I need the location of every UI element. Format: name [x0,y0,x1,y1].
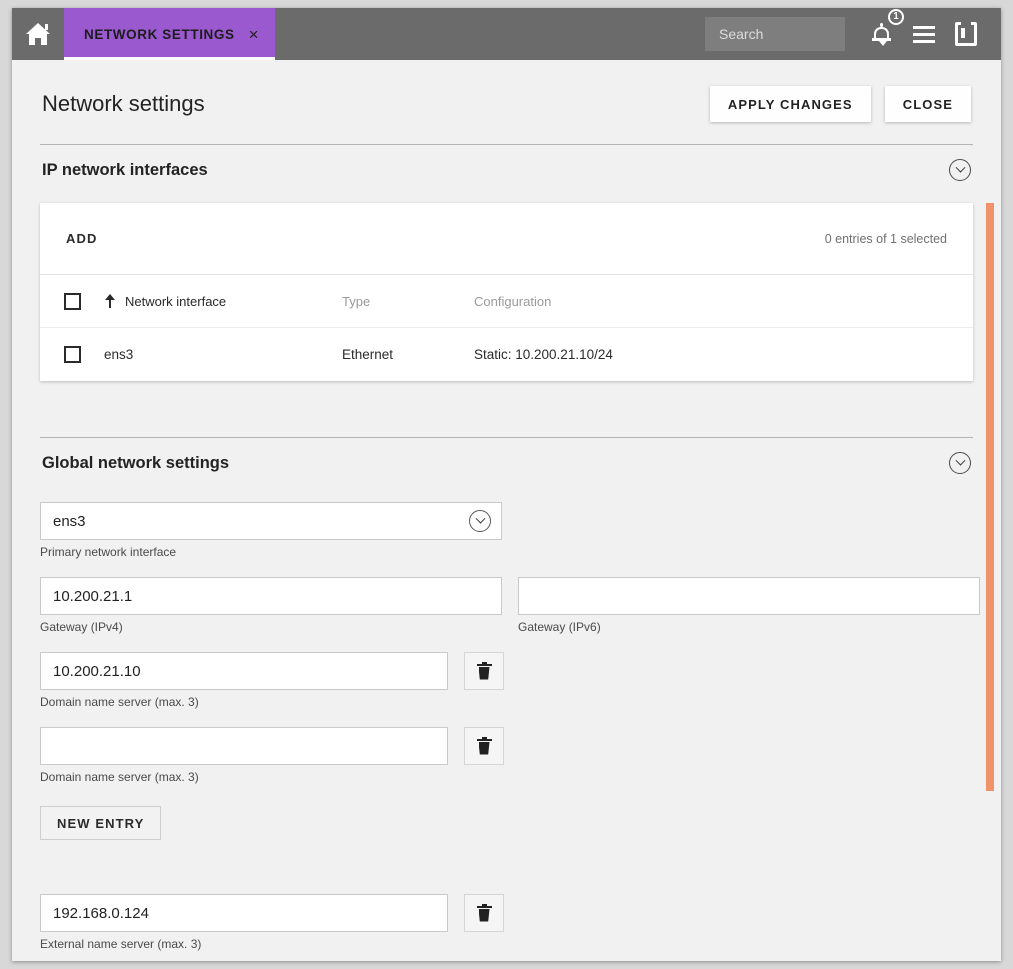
trash-icon [476,736,492,755]
univention-logo-icon [955,22,977,46]
entries-status: 0 entries of 1 selected [824,231,947,246]
page-content: Network settings APPLY CHANGES CLOSE IP … [12,60,1001,951]
column-header-label: Network interface [125,293,227,309]
gateway-ipv6-field: Gateway (IPv6) [518,577,980,634]
external-name-server-row [40,894,973,932]
dns-server-field-1: Domain name server (max. 3) [40,652,973,709]
content-scroll-area[interactable]: Network settings APPLY CHANGES CLOSE IP … [12,60,1001,961]
close-button[interactable]: CLOSE [884,86,971,122]
chevron-down-icon[interactable] [949,159,971,181]
cell-type: Ethernet [342,347,394,362]
dns-server-row [40,727,973,765]
section-title: Global network settings [42,453,230,472]
gateway-ipv4-field: Gateway (IPv4) [40,577,502,634]
top-header-bar: NETWORK SETTINGS × 1 [12,8,1001,60]
application-window: NETWORK SETTINGS × 1 [12,8,1001,961]
trash-icon [476,661,492,680]
primary-interface-select[interactable] [40,502,502,540]
tab-bar: NETWORK SETTINGS × [64,8,275,60]
search-box[interactable] [705,17,902,51]
header-spacer [275,8,705,60]
external-name-server-field: External name server (max. 3) [40,894,973,951]
gateway-ipv6-label: Gateway (IPv6) [518,620,601,634]
notifications-button[interactable]: 1 [861,9,904,56]
gateway-ipv4-label: Gateway (IPv4) [40,620,123,634]
column-header-configuration[interactable]: Configuration [474,294,973,309]
tab-network-settings[interactable]: NETWORK SETTINGS × [64,8,275,60]
home-button[interactable] [12,8,64,60]
tab-label: NETWORK SETTINGS [84,26,235,42]
global-settings-section: Global network settings Primary network … [40,437,980,951]
gateway-fields-row: Gateway (IPv4) Gateway (IPv6) [40,559,980,634]
scrollbar-thumb[interactable] [986,203,994,791]
dns-server-label: Domain name server (max. 3) [40,695,199,709]
dns-server-input[interactable] [40,727,448,765]
column-header-network-interface[interactable]: Network interface [104,294,342,309]
dns-server-field-2: Domain name server (max. 3) [40,727,973,784]
row-select-cell[interactable] [40,346,104,363]
gateway-ipv6-input[interactable] [518,577,980,615]
scrollbar-track[interactable] [983,112,997,961]
primary-interface-field: Primary network interface [40,502,973,559]
select-all-cell[interactable] [40,292,104,310]
new-entry-button[interactable]: NEW ENTRY [40,806,162,840]
home-icon [26,23,50,45]
cell-configuration: Static: 10.200.21.10/24 [474,347,613,362]
cell-network-interface: ens3 [104,347,134,362]
dns-server-input[interactable] [40,652,448,690]
row-checkbox[interactable] [63,346,81,363]
hamburger-menu-icon [913,22,935,47]
trash-icon [476,903,492,922]
table-header-row: Network interface Type Configuration [40,275,973,328]
dns-server-label: Domain name server (max. 3) [40,770,199,784]
notification-badge: 1 [888,9,904,25]
gateway-ipv4-input[interactable] [40,577,502,615]
bell-icon [872,23,892,46]
delete-dns-server-button[interactable] [464,652,504,690]
interfaces-table-card: ADD 0 entries of 1 selected Network inte… [40,203,973,381]
primary-interface-select-wrap[interactable] [40,502,502,540]
section-title: IP network interfaces [42,160,208,179]
table-toolbar: ADD 0 entries of 1 selected [40,203,973,275]
table-row[interactable]: ens3 Ethernet Static: 10.200.21.10/24 [40,328,973,381]
menu-button[interactable] [903,12,945,56]
ip-interfaces-section-header: IP network interfaces [40,144,973,191]
page-title: Network settings [42,91,205,116]
apply-changes-button[interactable]: APPLY CHANGES [709,86,871,122]
global-settings-section-header: Global network settings [40,437,973,484]
sort-ascending-arrow-icon [104,294,117,308]
page-title-row: Network settings APPLY CHANGES CLOSE [40,60,973,144]
chevron-down-icon[interactable] [949,452,971,474]
page-actions: APPLY CHANGES CLOSE [709,86,971,122]
delete-external-name-server-button[interactable] [464,894,504,932]
chevron-down-icon[interactable] [469,510,491,532]
select-all-checkbox[interactable] [63,292,81,310]
external-name-server-label: External name server (max. 3) [40,937,202,951]
primary-interface-label: Primary network interface [40,545,177,559]
logo-button[interactable] [945,12,987,56]
dns-server-row [40,652,973,690]
header-actions: 1 [705,8,1001,60]
close-icon[interactable]: × [249,26,259,43]
external-name-server-input[interactable] [40,894,448,932]
add-button[interactable]: ADD [66,231,97,246]
delete-dns-server-button[interactable] [464,727,504,765]
column-header-type[interactable]: Type [342,294,474,309]
